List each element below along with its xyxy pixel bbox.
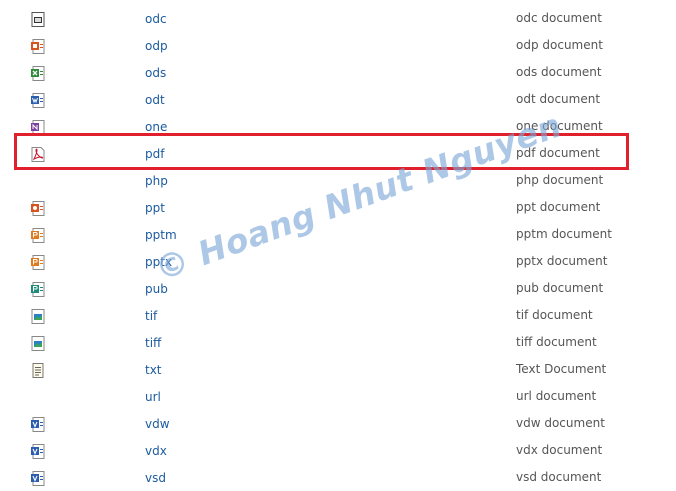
file-row-pptx: pptx pptx document	[0, 248, 676, 275]
file-ext-link[interactable]: txt	[145, 363, 162, 377]
file-desc: pptx document	[516, 254, 608, 268]
file-type-list: odc odc document odp odp document ods od…	[0, 5, 676, 491]
file-ext-link[interactable]: one	[145, 120, 167, 134]
file-ext-link[interactable]: php	[145, 174, 168, 188]
ods-file-icon	[31, 66, 45, 81]
odc-file-icon	[31, 12, 45, 27]
text-file-icon	[31, 363, 45, 378]
file-desc: odc document	[516, 11, 602, 25]
file-desc: ppt document	[516, 200, 601, 214]
file-row-url: url url document	[0, 383, 676, 410]
file-ext-link[interactable]: tif	[145, 309, 157, 323]
file-row-vdw: vdw vdw document	[0, 410, 676, 437]
file-ext-link[interactable]: vsd	[145, 471, 166, 485]
file-row-odc: odc odc document	[0, 5, 676, 32]
file-desc: pdf document	[516, 146, 600, 160]
file-ext-link[interactable]: ppt	[145, 201, 165, 215]
file-desc: one document	[516, 119, 603, 133]
file-ext-link[interactable]: pptm	[145, 228, 177, 242]
file-ext-link[interactable]: vdw	[145, 417, 170, 431]
file-ext-link[interactable]: url	[145, 390, 161, 404]
file-ext-link[interactable]: odp	[145, 39, 168, 53]
file-row-one: one one document	[0, 113, 676, 140]
file-ext-link[interactable]: pdf	[145, 147, 164, 161]
file-ext-link[interactable]: pub	[145, 282, 168, 296]
onenote-file-icon	[31, 120, 45, 135]
file-desc: odp document	[516, 38, 603, 52]
file-row-ppt: ppt ppt document	[0, 194, 676, 221]
file-desc: vdx document	[516, 443, 603, 457]
file-ext-link[interactable]: odc	[145, 12, 167, 26]
file-desc: Text Document	[516, 362, 607, 376]
file-desc: php document	[516, 173, 604, 187]
file-desc: vdw document	[516, 416, 605, 430]
file-desc: url document	[516, 389, 597, 403]
file-desc: pptm document	[516, 227, 612, 241]
pdf-file-icon	[31, 147, 45, 162]
tiff-image-icon	[31, 336, 45, 351]
vdw-visio-icon	[31, 417, 45, 432]
file-row-vsd: vsd vsd document	[0, 464, 676, 491]
file-row-php: php php document	[0, 167, 676, 194]
file-row-tif: tif tif document	[0, 302, 676, 329]
odp-file-icon	[31, 39, 45, 54]
file-row-pub: pub pub document	[0, 275, 676, 302]
file-desc: tif document	[516, 308, 593, 322]
file-desc: tiff document	[516, 335, 597, 349]
file-row-pptm: pptm pptm document	[0, 221, 676, 248]
file-desc: ods document	[516, 65, 602, 79]
file-ext-link[interactable]: vdx	[145, 444, 167, 458]
tif-image-icon	[31, 309, 45, 324]
file-desc: odt document	[516, 92, 601, 106]
pub-file-icon	[31, 282, 45, 297]
file-row-odp: odp odp document	[0, 32, 676, 59]
odt-file-icon	[31, 93, 45, 108]
file-row-tiff: tiff tiff document	[0, 329, 676, 356]
file-row-vdx: vdx vdx document	[0, 437, 676, 464]
file-row-ods: ods ods document	[0, 59, 676, 86]
file-row-txt: txt Text Document	[0, 356, 676, 383]
vsd-visio-icon	[31, 471, 45, 486]
pptm-file-icon	[31, 228, 45, 243]
file-row-pdf: pdf pdf document	[0, 140, 676, 167]
file-ext-link[interactable]: odt	[145, 93, 165, 107]
file-row-odt: odt odt document	[0, 86, 676, 113]
vdx-visio-icon	[31, 444, 45, 459]
pptx-file-icon	[31, 255, 45, 270]
ppt-file-icon	[31, 201, 45, 216]
file-ext-link[interactable]: pptx	[145, 255, 172, 269]
file-desc: pub document	[516, 281, 604, 295]
file-ext-link[interactable]: ods	[145, 66, 166, 80]
file-ext-link[interactable]: tiff	[145, 336, 161, 350]
